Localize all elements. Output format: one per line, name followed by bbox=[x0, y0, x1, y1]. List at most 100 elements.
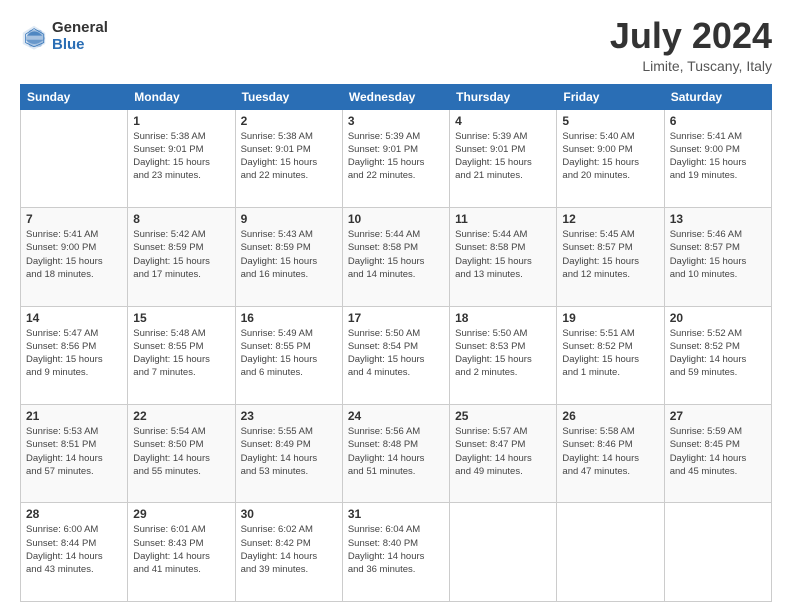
table-row: 13 Sunrise: 5:46 AM Sunset: 8:57 PM Dayli… bbox=[664, 208, 771, 306]
day-info: Sunrise: 5:40 AM Sunset: 9:00 PM Dayligh… bbox=[562, 130, 658, 183]
day-info: Sunrise: 5:50 AM Sunset: 8:54 PM Dayligh… bbox=[348, 327, 444, 380]
day-number: 21 bbox=[26, 409, 122, 423]
day-info: Sunrise: 5:45 AM Sunset: 8:57 PM Dayligh… bbox=[562, 228, 658, 281]
header-tuesday: Tuesday bbox=[235, 84, 342, 109]
day-number: 24 bbox=[348, 409, 444, 423]
header-saturday: Saturday bbox=[664, 84, 771, 109]
day-number: 11 bbox=[455, 212, 551, 226]
day-number: 28 bbox=[26, 507, 122, 521]
day-info: Sunrise: 5:58 AM Sunset: 8:46 PM Dayligh… bbox=[562, 425, 658, 478]
table-row: 31 Sunrise: 6:04 AM Sunset: 8:40 PM Dayli… bbox=[342, 503, 449, 602]
calendar-week-row: 1 Sunrise: 5:38 AM Sunset: 9:01 PM Daylig… bbox=[21, 109, 772, 207]
table-row bbox=[664, 503, 771, 602]
day-number: 6 bbox=[670, 114, 766, 128]
logo-text: General Blue bbox=[52, 20, 108, 53]
day-info: Sunrise: 6:04 AM Sunset: 8:40 PM Dayligh… bbox=[348, 523, 444, 576]
day-number: 23 bbox=[241, 409, 337, 423]
day-info: Sunrise: 5:53 AM Sunset: 8:51 PM Dayligh… bbox=[26, 425, 122, 478]
table-row: 5 Sunrise: 5:40 AM Sunset: 9:00 PM Daylig… bbox=[557, 109, 664, 207]
table-row: 17 Sunrise: 5:50 AM Sunset: 8:54 PM Dayli… bbox=[342, 306, 449, 404]
table-row: 4 Sunrise: 5:39 AM Sunset: 9:01 PM Daylig… bbox=[450, 109, 557, 207]
header-monday: Monday bbox=[128, 84, 235, 109]
day-number: 9 bbox=[241, 212, 337, 226]
header-sunday: Sunday bbox=[21, 84, 128, 109]
table-row: 10Sunrise: 5:44 AM Sunset: 8:58 PM Dayli… bbox=[342, 208, 449, 306]
day-info: Sunrise: 5:49 AM Sunset: 8:55 PM Dayligh… bbox=[241, 327, 337, 380]
table-row: 2 Sunrise: 5:38 AM Sunset: 9:01 PM Daylig… bbox=[235, 109, 342, 207]
table-row: 14 Sunrise: 5:47 AM Sunset: 8:56 PM Dayli… bbox=[21, 306, 128, 404]
day-number: 2 bbox=[241, 114, 337, 128]
day-number: 7 bbox=[26, 212, 122, 226]
day-info: Sunrise: 5:50 AM Sunset: 8:53 PM Dayligh… bbox=[455, 327, 551, 380]
day-info: Sunrise: 5:54 AM Sunset: 8:50 PM Dayligh… bbox=[133, 425, 229, 478]
table-row: 29Sunrise: 6:01 AM Sunset: 8:43 PM Dayli… bbox=[128, 503, 235, 602]
day-number: 14 bbox=[26, 311, 122, 325]
day-info: Sunrise: 5:39 AM Sunset: 9:01 PM Dayligh… bbox=[348, 130, 444, 183]
calendar-week-row: 21 Sunrise: 5:53 AM Sunset: 8:51 PM Dayli… bbox=[21, 405, 772, 503]
day-info: Sunrise: 5:38 AM Sunset: 9:01 PM Dayligh… bbox=[133, 130, 229, 183]
day-number: 16 bbox=[241, 311, 337, 325]
day-info: Sunrise: 5:47 AM Sunset: 8:56 PM Dayligh… bbox=[26, 327, 122, 380]
day-info: Sunrise: 5:52 AM Sunset: 8:52 PM Dayligh… bbox=[670, 327, 766, 380]
day-info: Sunrise: 6:01 AM Sunset: 8:43 PM Dayligh… bbox=[133, 523, 229, 576]
day-info: Sunrise: 5:42 AM Sunset: 8:59 PM Dayligh… bbox=[133, 228, 229, 281]
table-row: 28Sunrise: 6:00 AM Sunset: 8:44 PM Dayli… bbox=[21, 503, 128, 602]
table-row: 27 Sunrise: 5:59 AM Sunset: 8:45 PM Dayli… bbox=[664, 405, 771, 503]
day-number: 3 bbox=[348, 114, 444, 128]
table-row bbox=[450, 503, 557, 602]
day-number: 1 bbox=[133, 114, 229, 128]
day-number: 17 bbox=[348, 311, 444, 325]
logo: General Blue bbox=[20, 20, 108, 53]
calendar-week-row: 28Sunrise: 6:00 AM Sunset: 8:44 PM Dayli… bbox=[21, 503, 772, 602]
main-title: July 2024 bbox=[610, 16, 772, 56]
calendar-table: Sunday Monday Tuesday Wednesday Thursday… bbox=[20, 84, 772, 602]
day-info: Sunrise: 5:44 AM Sunset: 8:58 PM Dayligh… bbox=[455, 228, 551, 281]
header: General Blue July 2024 Limite, Tuscany, … bbox=[20, 16, 772, 74]
day-number: 13 bbox=[670, 212, 766, 226]
calendar-week-row: 7 Sunrise: 5:41 AM Sunset: 9:00 PM Daylig… bbox=[21, 208, 772, 306]
day-number: 31 bbox=[348, 507, 444, 521]
day-info: Sunrise: 5:43 AM Sunset: 8:59 PM Dayligh… bbox=[241, 228, 337, 281]
day-info: Sunrise: 5:48 AM Sunset: 8:55 PM Dayligh… bbox=[133, 327, 229, 380]
day-number: 18 bbox=[455, 311, 551, 325]
day-number: 5 bbox=[562, 114, 658, 128]
page: General Blue July 2024 Limite, Tuscany, … bbox=[0, 0, 792, 612]
day-info: Sunrise: 5:46 AM Sunset: 8:57 PM Dayligh… bbox=[670, 228, 766, 281]
table-row: 3 Sunrise: 5:39 AM Sunset: 9:01 PM Daylig… bbox=[342, 109, 449, 207]
subtitle: Limite, Tuscany, Italy bbox=[610, 58, 772, 74]
header-thursday: Thursday bbox=[450, 84, 557, 109]
day-info: Sunrise: 5:41 AM Sunset: 9:00 PM Dayligh… bbox=[26, 228, 122, 281]
table-row: 9 Sunrise: 5:43 AM Sunset: 8:59 PM Daylig… bbox=[235, 208, 342, 306]
day-number: 26 bbox=[562, 409, 658, 423]
day-info: Sunrise: 5:39 AM Sunset: 9:01 PM Dayligh… bbox=[455, 130, 551, 183]
table-row: 25Sunrise: 5:57 AM Sunset: 8:47 PM Dayli… bbox=[450, 405, 557, 503]
day-number: 25 bbox=[455, 409, 551, 423]
table-row: 7 Sunrise: 5:41 AM Sunset: 9:00 PM Daylig… bbox=[21, 208, 128, 306]
day-number: 4 bbox=[455, 114, 551, 128]
table-row: 6Sunrise: 5:41 AM Sunset: 9:00 PM Daylig… bbox=[664, 109, 771, 207]
header-friday: Friday bbox=[557, 84, 664, 109]
calendar-week-row: 14 Sunrise: 5:47 AM Sunset: 8:56 PM Dayli… bbox=[21, 306, 772, 404]
table-row bbox=[21, 109, 128, 207]
table-row: 30Sunrise: 6:02 AM Sunset: 8:42 PM Dayli… bbox=[235, 503, 342, 602]
table-row bbox=[557, 503, 664, 602]
day-number: 19 bbox=[562, 311, 658, 325]
logo-icon bbox=[20, 23, 48, 51]
day-info: Sunrise: 5:59 AM Sunset: 8:45 PM Dayligh… bbox=[670, 425, 766, 478]
day-info: Sunrise: 5:56 AM Sunset: 8:48 PM Dayligh… bbox=[348, 425, 444, 478]
day-number: 22 bbox=[133, 409, 229, 423]
table-row: 1 Sunrise: 5:38 AM Sunset: 9:01 PM Daylig… bbox=[128, 109, 235, 207]
table-row: 18 Sunrise: 5:50 AM Sunset: 8:53 PM Dayli… bbox=[450, 306, 557, 404]
table-row: 16 Sunrise: 5:49 AM Sunset: 8:55 PM Dayli… bbox=[235, 306, 342, 404]
day-number: 15 bbox=[133, 311, 229, 325]
day-number: 27 bbox=[670, 409, 766, 423]
table-row: 23 Sunrise: 5:55 AM Sunset: 8:49 PM Dayli… bbox=[235, 405, 342, 503]
day-info: Sunrise: 5:51 AM Sunset: 8:52 PM Dayligh… bbox=[562, 327, 658, 380]
day-info: Sunrise: 5:38 AM Sunset: 9:01 PM Dayligh… bbox=[241, 130, 337, 183]
day-number: 10 bbox=[348, 212, 444, 226]
day-info: Sunrise: 5:55 AM Sunset: 8:49 PM Dayligh… bbox=[241, 425, 337, 478]
logo-general: General bbox=[52, 20, 108, 37]
table-row: 26 Sunrise: 5:58 AM Sunset: 8:46 PM Dayli… bbox=[557, 405, 664, 503]
calendar-header-row: Sunday Monday Tuesday Wednesday Thursday… bbox=[21, 84, 772, 109]
day-number: 8 bbox=[133, 212, 229, 226]
